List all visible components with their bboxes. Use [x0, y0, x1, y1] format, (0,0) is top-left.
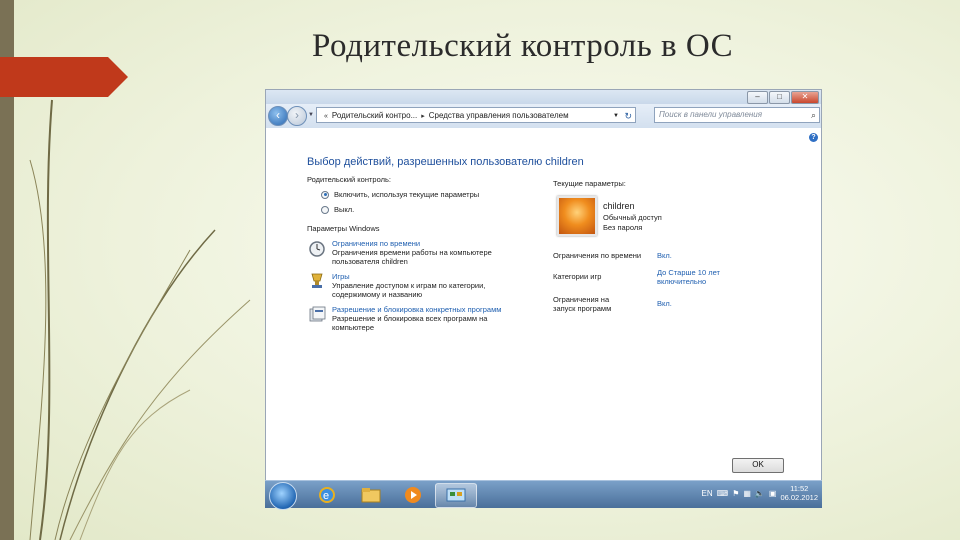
setting-time-value[interactable]: Вкл.: [657, 251, 672, 260]
tray-extra-icon[interactable]: ▣: [769, 489, 777, 498]
ie-taskbar-button[interactable]: e: [307, 483, 347, 506]
minimize-button[interactable]: –: [747, 91, 768, 104]
ok-button[interactable]: OK: [732, 458, 784, 473]
page-heading: Выбор действий, разрешенных пользователю…: [307, 156, 584, 168]
help-icon[interactable]: ?: [809, 133, 818, 142]
keyboard-icon[interactable]: ⌨: [717, 489, 729, 498]
address-bar[interactable]: « Родительский контро... ▸ Средства управле…: [316, 107, 636, 123]
history-dropdown-icon[interactable]: ▼: [308, 112, 314, 118]
radio-off-icon[interactable]: [321, 205, 329, 214]
user-name: children: [603, 201, 635, 211]
clock[interactable]: 11:52 06.02.2012: [780, 484, 818, 502]
network-icon[interactable]: ▦: [743, 489, 751, 498]
time-limits-link[interactable]: Ограничения по времени: [332, 239, 522, 248]
action-center-icon[interactable]: ⚑: [732, 489, 739, 498]
user-avatar: [557, 196, 597, 236]
search-icon[interactable]: ⌕: [811, 108, 816, 122]
forward-button[interactable]: ›: [287, 106, 307, 126]
slide-title: Родительский контроль в ОС: [312, 28, 734, 64]
clock-time: 11:52: [790, 484, 809, 493]
title-bar: – □ ✕: [266, 90, 821, 104]
programs-icon: [309, 306, 326, 322]
radio-disable-label: Выкл.: [334, 205, 355, 214]
slide-decoration: [29, 99, 251, 540]
language-indicator[interactable]: EN: [702, 489, 713, 498]
explorer-taskbar-button[interactable]: [351, 483, 391, 506]
current-settings-panel: Текущие параметры: children Обычный дост…: [553, 179, 753, 313]
setting-games-label: Категории игр: [553, 272, 602, 281]
control-panel-icon: [446, 488, 466, 501]
system-tray: EN ⌨ ⚑ ▦ 🔈 ▣ 11:52 06.02.2012: [702, 484, 818, 502]
games-desc: Управление доступом к играм по категории…: [332, 281, 486, 299]
user-password-status: Без пароля: [603, 223, 643, 232]
close-button[interactable]: ✕: [791, 91, 819, 104]
setting-programs-value[interactable]: Вкл.: [657, 299, 672, 308]
setting-time-label: Ограничения по времени: [553, 251, 642, 260]
programs-desc: Разрешение и блокировка всех программ на…: [332, 314, 488, 332]
taskbar: e EN ⌨ ⚑ ▦ 🔈 ▣ 11:52 06.02.2012: [265, 480, 822, 510]
volume-icon[interactable]: 🔈: [755, 489, 765, 498]
maximize-button[interactable]: □: [769, 91, 790, 104]
refresh-icon[interactable]: ↻: [624, 108, 632, 122]
radio-enable-label: Включить, используя текущие параметры: [334, 190, 480, 199]
back-button[interactable]: ‹: [268, 106, 288, 126]
current-settings-label: Текущие параметры:: [553, 179, 626, 188]
control-panel-taskbar-button[interactable]: [435, 483, 477, 508]
games-link[interactable]: Игры: [332, 272, 517, 281]
search-input[interactable]: Поиск в панели управления ⌕: [654, 107, 820, 123]
programs-link[interactable]: Разрешение и блокировка конкретных прогр…: [332, 305, 517, 314]
radio-on-icon[interactable]: [321, 190, 329, 199]
parental-controls-window: – □ ✕ ‹ › ▼ « Родительский контро... ▸ Сред…: [265, 89, 822, 507]
svg-text:e: e: [323, 490, 329, 502]
media-player-icon: [405, 486, 421, 503]
games-icon: [311, 273, 323, 288]
media-player-taskbar-button[interactable]: [393, 483, 433, 506]
address-dropdown-icon[interactable]: ▼: [613, 108, 619, 122]
breadcrumb-chevron-icon: «: [324, 113, 328, 120]
folder-icon: [361, 487, 381, 502]
navigation-bar: ‹ › ▼ « Родительский контро... ▸ Средства у…: [266, 104, 821, 128]
internet-explorer-icon: e: [319, 486, 335, 503]
start-button[interactable]: [269, 482, 297, 510]
setting-programs-label: Ограничения на запуск программ: [553, 295, 612, 313]
user-role: Обычный доступ: [603, 213, 662, 222]
breadcrumb-item[interactable]: Средства управления пользователем: [429, 111, 569, 120]
clock-date: 06.02.2012: [780, 493, 818, 502]
setting-games-value[interactable]: До Старше 10 лет включительно: [657, 268, 737, 286]
search-placeholder: Поиск в панели управления: [659, 110, 763, 119]
clock-icon: [309, 241, 325, 257]
breadcrumb-item[interactable]: Родительский контро...: [332, 111, 417, 120]
breadcrumb-arrow-icon[interactable]: ▸: [421, 113, 425, 120]
time-limits-desc: Ограничения времени работы на компьютере…: [332, 248, 492, 266]
